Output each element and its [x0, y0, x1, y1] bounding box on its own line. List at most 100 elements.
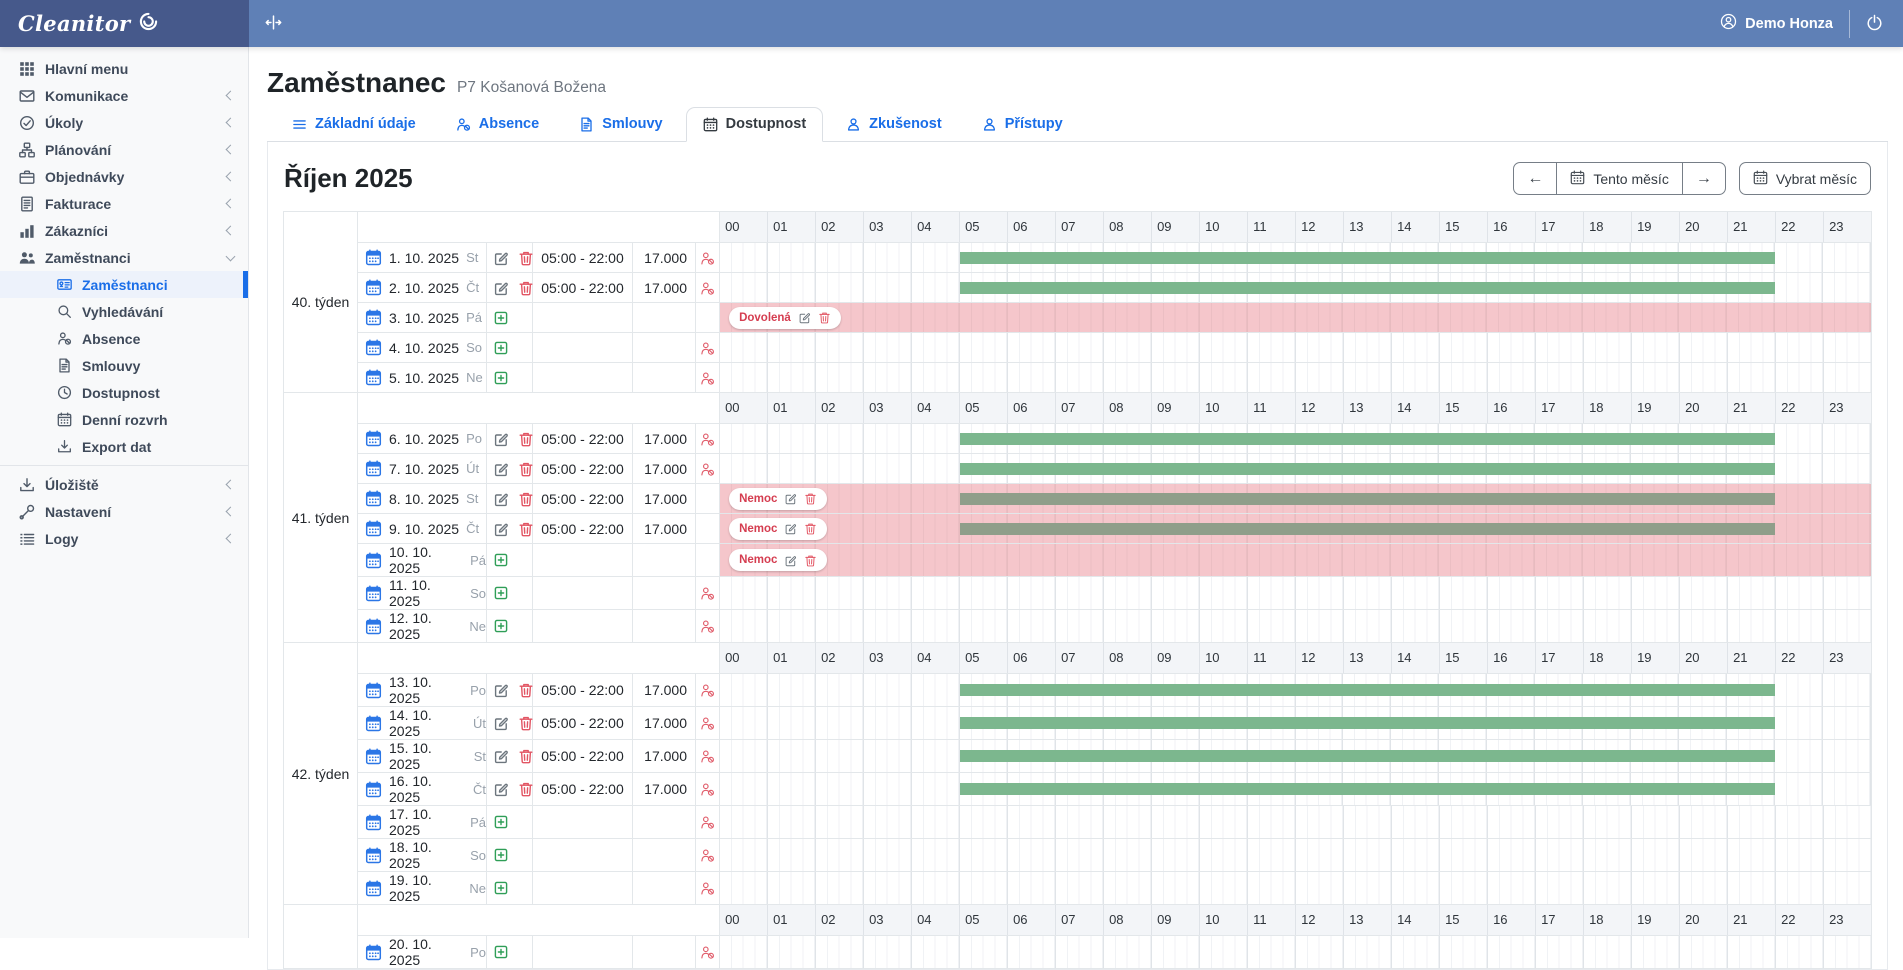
edit-availability-button[interactable]	[493, 491, 509, 507]
pick-month-button[interactable]: Vybrat měsíc	[1739, 162, 1871, 195]
edit-absence-button[interactable]	[784, 554, 797, 567]
absence-person-icon[interactable]	[700, 586, 715, 601]
edit-availability-button[interactable]	[493, 250, 509, 266]
edit-availability-button[interactable]	[493, 748, 509, 764]
edit-availability-button[interactable]	[493, 715, 509, 731]
delete-availability-button[interactable]	[518, 431, 534, 447]
add-availability-button[interactable]	[493, 552, 509, 568]
sidebar-subitem-zamestnanci[interactable]: Zaměstnanci	[0, 271, 248, 298]
absence-person-icon[interactable]	[700, 683, 715, 698]
delete-availability-button[interactable]	[518, 748, 534, 764]
edit-availability-button[interactable]	[493, 521, 509, 537]
sidebar-item-zamestnanci[interactable]: Zaměstnanci	[0, 244, 248, 271]
edit-availability-button[interactable]	[493, 781, 509, 797]
timeline-cell[interactable]	[720, 674, 1872, 707]
sidebar-subitem-denni-rozvrh[interactable]: Denní rozvrh	[0, 406, 248, 433]
prev-month-button[interactable]: ←	[1513, 162, 1557, 195]
absence-person-icon[interactable]	[700, 749, 715, 764]
delete-availability-button[interactable]	[518, 682, 534, 698]
delete-availability-button[interactable]	[518, 781, 534, 797]
sidebar-subitem-absence[interactable]: Absence	[0, 325, 248, 352]
add-availability-button[interactable]	[493, 370, 509, 386]
tab-dostupnost[interactable]: Dostupnost	[686, 107, 824, 142]
absence-person-icon[interactable]	[700, 782, 715, 797]
delete-absence-button[interactable]	[804, 522, 817, 535]
delete-availability-button[interactable]	[518, 521, 534, 537]
delete-availability-button[interactable]	[518, 250, 534, 266]
timeline-cell[interactable]	[720, 839, 1872, 872]
sidebar-item-objednavky[interactable]: Objednávky	[0, 163, 248, 190]
add-availability-button[interactable]	[493, 310, 509, 326]
absence-person-icon[interactable]	[700, 945, 715, 960]
timeline-cell[interactable]	[720, 610, 1872, 643]
edit-availability-button[interactable]	[493, 682, 509, 698]
timeline-cell[interactable]	[720, 577, 1872, 610]
sidebar-subitem-vyhledavani[interactable]: Vyhledávání	[0, 298, 248, 325]
delete-absence-button[interactable]	[804, 492, 817, 505]
tab-pristupy[interactable]: Přístupy	[965, 107, 1080, 142]
sidebar-subitem-smlouvy[interactable]: Smlouvy	[0, 352, 248, 379]
absence-person-icon[interactable]	[700, 462, 715, 477]
delete-availability-button[interactable]	[518, 491, 534, 507]
timeline-cell[interactable]	[720, 273, 1872, 303]
absence-person-icon[interactable]	[700, 281, 715, 296]
delete-availability-button[interactable]	[518, 715, 534, 731]
tab-absence[interactable]: Absence	[439, 107, 556, 142]
timeline-cell[interactable]	[720, 740, 1872, 773]
timeline-cell[interactable]: Dovolená	[720, 303, 1872, 333]
add-availability-button[interactable]	[493, 340, 509, 356]
sidebar-item-hlavni-menu[interactable]: Hlavní menu	[0, 55, 248, 82]
sidebar-subitem-export-dat[interactable]: Export dat	[0, 433, 248, 460]
sidebar-item-uloziste[interactable]: Úložiště	[0, 471, 248, 498]
edit-absence-button[interactable]	[798, 311, 811, 324]
absence-person-icon[interactable]	[700, 848, 715, 863]
absence-person-icon[interactable]	[700, 371, 715, 386]
timeline-cell[interactable]	[720, 936, 1872, 969]
add-availability-button[interactable]	[493, 814, 509, 830]
timeline-cell[interactable]: Nemoc	[720, 544, 1872, 577]
sidebar-collapse-button[interactable]	[265, 14, 282, 34]
sidebar-item-fakturace[interactable]: Fakturace	[0, 190, 248, 217]
absence-person-icon[interactable]	[700, 716, 715, 731]
this-month-button[interactable]: Tento měsíc	[1556, 162, 1682, 195]
timeline-cell[interactable]	[720, 773, 1872, 806]
tab-smlouvy[interactable]: Smlouvy	[562, 107, 679, 142]
sidebar-item-ukoly[interactable]: Úkoly	[0, 109, 248, 136]
timeline-cell[interactable]	[720, 872, 1872, 905]
add-availability-button[interactable]	[493, 880, 509, 896]
timeline-cell[interactable]	[720, 333, 1872, 363]
absence-person-icon[interactable]	[700, 619, 715, 634]
absence-person-icon[interactable]	[700, 251, 715, 266]
absence-person-icon[interactable]	[700, 881, 715, 896]
delete-absence-button[interactable]	[818, 311, 831, 324]
timeline-cell[interactable]	[720, 243, 1872, 273]
timeline-cell[interactable]	[720, 806, 1872, 839]
logout-button[interactable]	[1866, 14, 1883, 34]
add-availability-button[interactable]	[493, 847, 509, 863]
timeline-cell[interactable]	[720, 707, 1872, 740]
edit-availability-button[interactable]	[493, 431, 509, 447]
sidebar-item-planovani[interactable]: Plánování	[0, 136, 248, 163]
next-month-button[interactable]: →	[1682, 162, 1726, 195]
edit-availability-button[interactable]	[493, 461, 509, 477]
add-availability-button[interactable]	[493, 585, 509, 601]
delete-availability-button[interactable]	[518, 280, 534, 296]
edit-absence-button[interactable]	[784, 522, 797, 535]
timeline-cell[interactable]	[720, 363, 1872, 393]
edit-absence-button[interactable]	[784, 492, 797, 505]
sidebar-subitem-dostupnost[interactable]: Dostupnost	[0, 379, 248, 406]
sidebar-item-zakaznici[interactable]: Zákazníci	[0, 217, 248, 244]
delete-absence-button[interactable]	[804, 554, 817, 567]
absence-person-icon[interactable]	[700, 341, 715, 356]
add-availability-button[interactable]	[493, 944, 509, 960]
timeline-cell[interactable]	[720, 454, 1872, 484]
tab-zakladni-udaje[interactable]: Základní údaje	[275, 107, 433, 142]
edit-availability-button[interactable]	[493, 280, 509, 296]
timeline-cell[interactable]	[720, 424, 1872, 454]
sidebar-item-komunikace[interactable]: Komunikace	[0, 82, 248, 109]
delete-availability-button[interactable]	[518, 461, 534, 477]
sidebar-item-nastaveni[interactable]: Nastavení	[0, 498, 248, 525]
timeline-cell[interactable]: Nemoc	[720, 484, 1872, 514]
user-menu[interactable]: Demo Honza	[1720, 13, 1833, 34]
sidebar-item-logy[interactable]: Logy	[0, 525, 248, 552]
